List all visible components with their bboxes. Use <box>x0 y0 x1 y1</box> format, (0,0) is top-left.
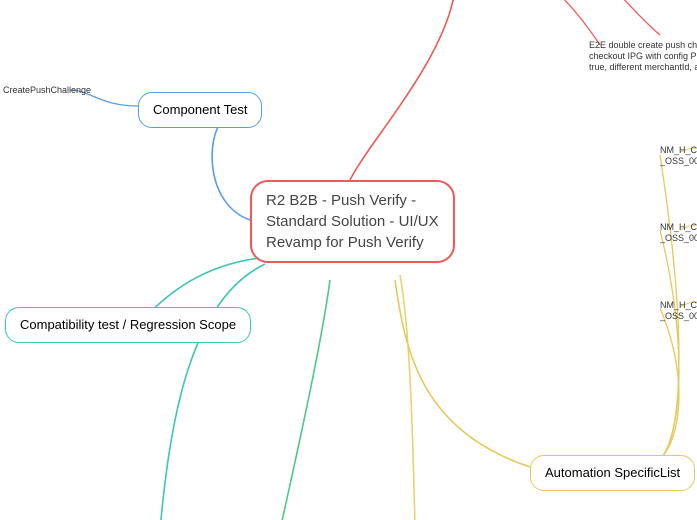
branch-compat-regression-label: Compatibility test / Regression Scope <box>20 317 236 332</box>
root-title: R2 B2B - Push Verify - Standard Solution… <box>266 192 439 251</box>
branch-component-test[interactable]: Component Test <box>138 92 262 128</box>
leaf-nm-1[interactable]: NM_H_CC _OSS_00 <box>660 145 697 167</box>
branch-automation-list-label: Automation SpecificList <box>545 465 680 480</box>
branch-automation-list[interactable]: Automation SpecificList <box>530 455 695 491</box>
leaf-create-push-challenge[interactable]: CreatePushChallenge <box>3 85 91 96</box>
leaf-e2e-double[interactable]: E2E double create push challenge checkou… <box>589 40 697 72</box>
branch-compat-regression[interactable]: Compatibility test / Regression Scope <box>5 307 251 343</box>
leaf-nm-3[interactable]: NM_H_CC _OSS_00 <box>660 300 697 322</box>
root-node[interactable]: R2 B2B - Push Verify - Standard Solution… <box>250 180 455 263</box>
leaf-nm-2[interactable]: NM_H_CC _OSS_00 <box>660 222 697 244</box>
branch-component-test-label: Component Test <box>153 102 247 117</box>
